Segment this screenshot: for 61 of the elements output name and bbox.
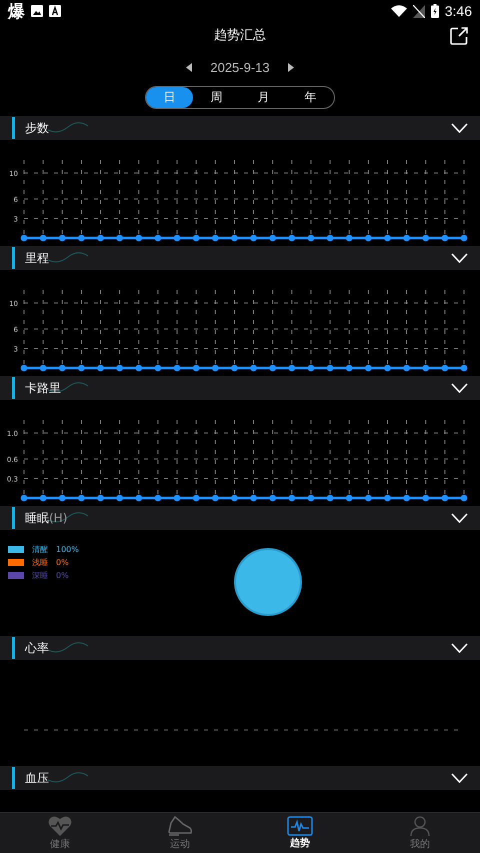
app-icon — [49, 5, 61, 17]
chevron-down-icon[interactable] — [451, 383, 468, 393]
section-title: 里程 — [25, 250, 49, 266]
legend-label: 深睡 — [32, 570, 48, 581]
nav-tab[interactable]: 趋势 — [240, 813, 360, 853]
shoe-icon — [167, 815, 193, 837]
period-tab[interactable]: 年 — [287, 87, 334, 108]
image-icon — [31, 5, 43, 17]
section-header[interactable]: 睡眠(H) — [0, 506, 480, 530]
accent-bar — [12, 507, 15, 529]
section-header[interactable]: 心率 — [0, 636, 480, 660]
legend-value: 100% — [56, 545, 79, 554]
accent-bar — [12, 377, 15, 399]
legend-label: 清醒 — [32, 544, 48, 555]
chevron-down-icon[interactable] — [451, 123, 468, 133]
legend-value: 0% — [56, 558, 69, 567]
wave-decoration — [48, 771, 88, 783]
section-header[interactable]: 卡路里 — [0, 376, 480, 400]
clock-text: 3:46 — [444, 3, 472, 19]
chevron-down-icon[interactable] — [451, 773, 468, 783]
page-title: 趋势汇总 — [214, 27, 266, 44]
chevron-down-icon[interactable] — [451, 513, 468, 523]
accent-bar — [12, 247, 15, 269]
chevron-down-icon[interactable] — [451, 253, 468, 263]
date-text: 2025-9-13 — [210, 60, 270, 74]
wave-decoration — [48, 511, 88, 523]
accent-bar — [12, 117, 15, 139]
wave-decoration — [48, 251, 88, 263]
person-icon — [409, 815, 431, 837]
battery-icon — [430, 4, 439, 18]
section-title: 卡路里 — [25, 380, 61, 396]
notification-text: 爆 — [8, 0, 25, 22]
accent-bar — [12, 767, 15, 789]
chevron-down-icon[interactable] — [451, 643, 468, 653]
unit-text: (H) — [49, 511, 68, 525]
share-icon[interactable] — [450, 27, 468, 45]
pie-slice — [234, 548, 302, 616]
next-arrow-icon[interactable] — [288, 62, 294, 72]
period-tab[interactable]: 月 — [240, 87, 287, 108]
section-title: 睡眠 — [25, 510, 49, 526]
wifi-icon — [390, 5, 407, 17]
heart-icon — [48, 815, 72, 837]
nav-tab[interactable]: 运动 — [120, 813, 240, 853]
accent-bar — [12, 637, 15, 659]
nav-tab[interactable]: 健康 — [0, 813, 120, 853]
wave-decoration — [48, 381, 88, 393]
section-header[interactable]: 步数 — [0, 116, 480, 140]
wave-decoration — [48, 641, 88, 653]
legend-value: 0% — [56, 571, 69, 580]
previous-arrow-icon[interactable] — [186, 62, 192, 72]
wave-decoration — [48, 121, 88, 133]
section-header[interactable]: 血压 — [0, 766, 480, 790]
section-header[interactable]: 里程 — [0, 246, 480, 270]
section-title: 步数 — [25, 120, 49, 136]
no-sim-icon — [412, 4, 425, 18]
nav-tab[interactable]: 我的 — [360, 813, 480, 853]
legend-label: 浅睡 — [32, 557, 48, 568]
section-title: 血压 — [25, 770, 49, 786]
pulse-icon — [287, 816, 313, 836]
section-title: 心率 — [25, 640, 49, 656]
period-tab[interactable]: 周 — [193, 87, 240, 108]
